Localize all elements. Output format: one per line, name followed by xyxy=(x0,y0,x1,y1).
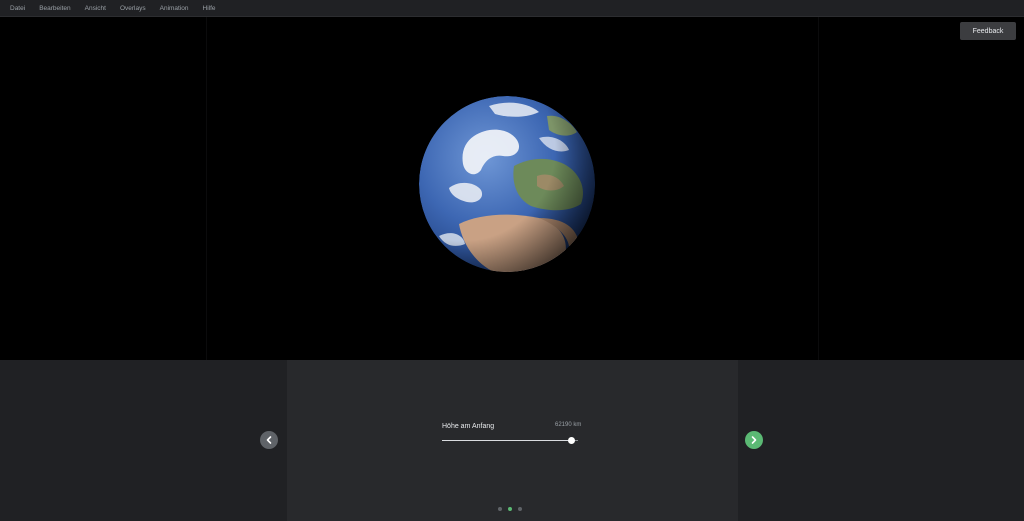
bottom-panel: Höhe am Anfang 62190 km xyxy=(0,360,1024,521)
menu-hilfe[interactable]: Hilfe xyxy=(196,0,223,17)
menu-ansicht[interactable]: Ansicht xyxy=(78,0,113,17)
start-altitude-label: Höhe am Anfang xyxy=(442,423,495,430)
viewport-divider xyxy=(206,17,207,360)
start-altitude-value: 62190 km xyxy=(555,422,582,428)
slider-fill xyxy=(442,440,572,441)
page-indicator xyxy=(498,507,522,511)
menu-overlays[interactable]: Overlays xyxy=(113,0,153,17)
chevron-right-icon xyxy=(751,436,757,444)
next-button[interactable] xyxy=(745,431,763,449)
globe-viewport[interactable]: Feedback xyxy=(0,17,1024,360)
chevron-left-icon xyxy=(266,436,272,444)
feedback-button[interactable]: Feedback xyxy=(960,22,1016,40)
menu-bearbeiten[interactable]: Bearbeiten xyxy=(32,0,77,17)
viewport-divider xyxy=(818,17,819,360)
menu-animation[interactable]: Animation xyxy=(153,0,196,17)
settings-card: Höhe am Anfang 62190 km xyxy=(287,360,738,521)
earth-globe-graphic xyxy=(419,96,595,272)
slider-thumb[interactable] xyxy=(567,437,575,444)
page-dot[interactable] xyxy=(508,507,512,511)
menu-datei[interactable]: Datei xyxy=(3,0,32,17)
earth-globe[interactable] xyxy=(419,96,601,278)
menu-bar: Datei Bearbeiten Ansicht Overlays Animat… xyxy=(0,0,1024,17)
previous-button[interactable] xyxy=(260,431,278,449)
page-dot[interactable] xyxy=(498,507,502,511)
page-dot[interactable] xyxy=(518,507,522,511)
start-altitude-slider[interactable] xyxy=(442,437,578,444)
